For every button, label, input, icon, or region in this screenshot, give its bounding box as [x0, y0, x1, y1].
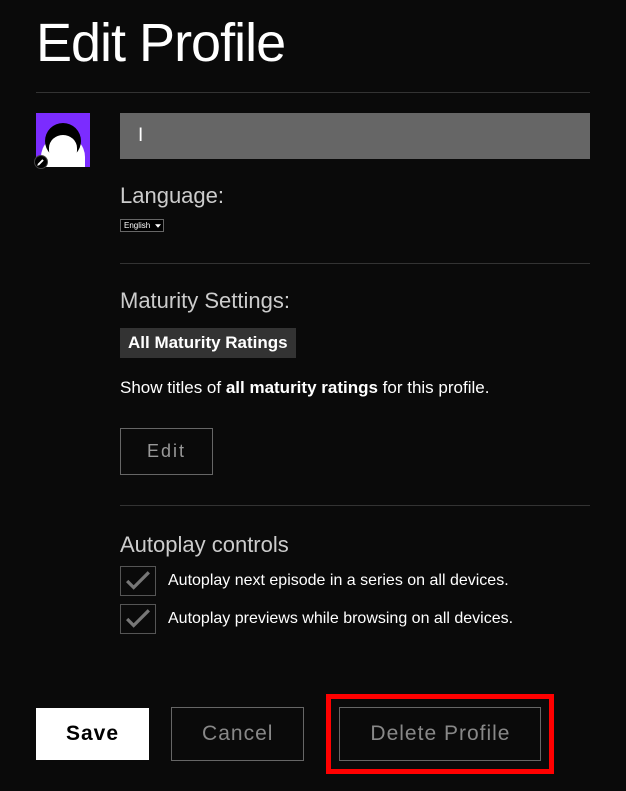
- footer-actions: Save Cancel Delete Profile: [36, 694, 590, 774]
- delete-profile-button[interactable]: Delete Profile: [339, 707, 541, 761]
- maturity-badge: All Maturity Ratings: [120, 328, 296, 358]
- pencil-icon[interactable]: [34, 155, 48, 169]
- autoplay-previews-label: Autoplay previews while browsing on all …: [168, 610, 513, 628]
- avatar[interactable]: [36, 113, 90, 167]
- autoplay-previews-checkbox[interactable]: [120, 604, 156, 634]
- check-icon: [125, 571, 151, 591]
- maturity-description: Show titles of all maturity ratings for …: [120, 378, 590, 398]
- save-button[interactable]: Save: [36, 708, 149, 760]
- edit-maturity-button[interactable]: Edit: [120, 428, 213, 475]
- page-title: Edit Profile: [36, 0, 590, 93]
- highlight-annotation: Delete Profile: [326, 694, 554, 774]
- check-icon: [125, 609, 151, 629]
- maturity-heading: Maturity Settings:: [120, 288, 590, 314]
- profile-name-input[interactable]: [120, 113, 590, 159]
- autoplay-next-checkbox[interactable]: [120, 566, 156, 596]
- divider: [120, 263, 590, 264]
- divider: [120, 505, 590, 506]
- language-select[interactable]: English: [120, 219, 164, 232]
- autoplay-heading: Autoplay controls: [120, 532, 590, 558]
- cancel-button[interactable]: Cancel: [171, 707, 304, 761]
- autoplay-next-label: Autoplay next episode in a series on all…: [168, 572, 509, 590]
- language-label: Language:: [120, 183, 590, 209]
